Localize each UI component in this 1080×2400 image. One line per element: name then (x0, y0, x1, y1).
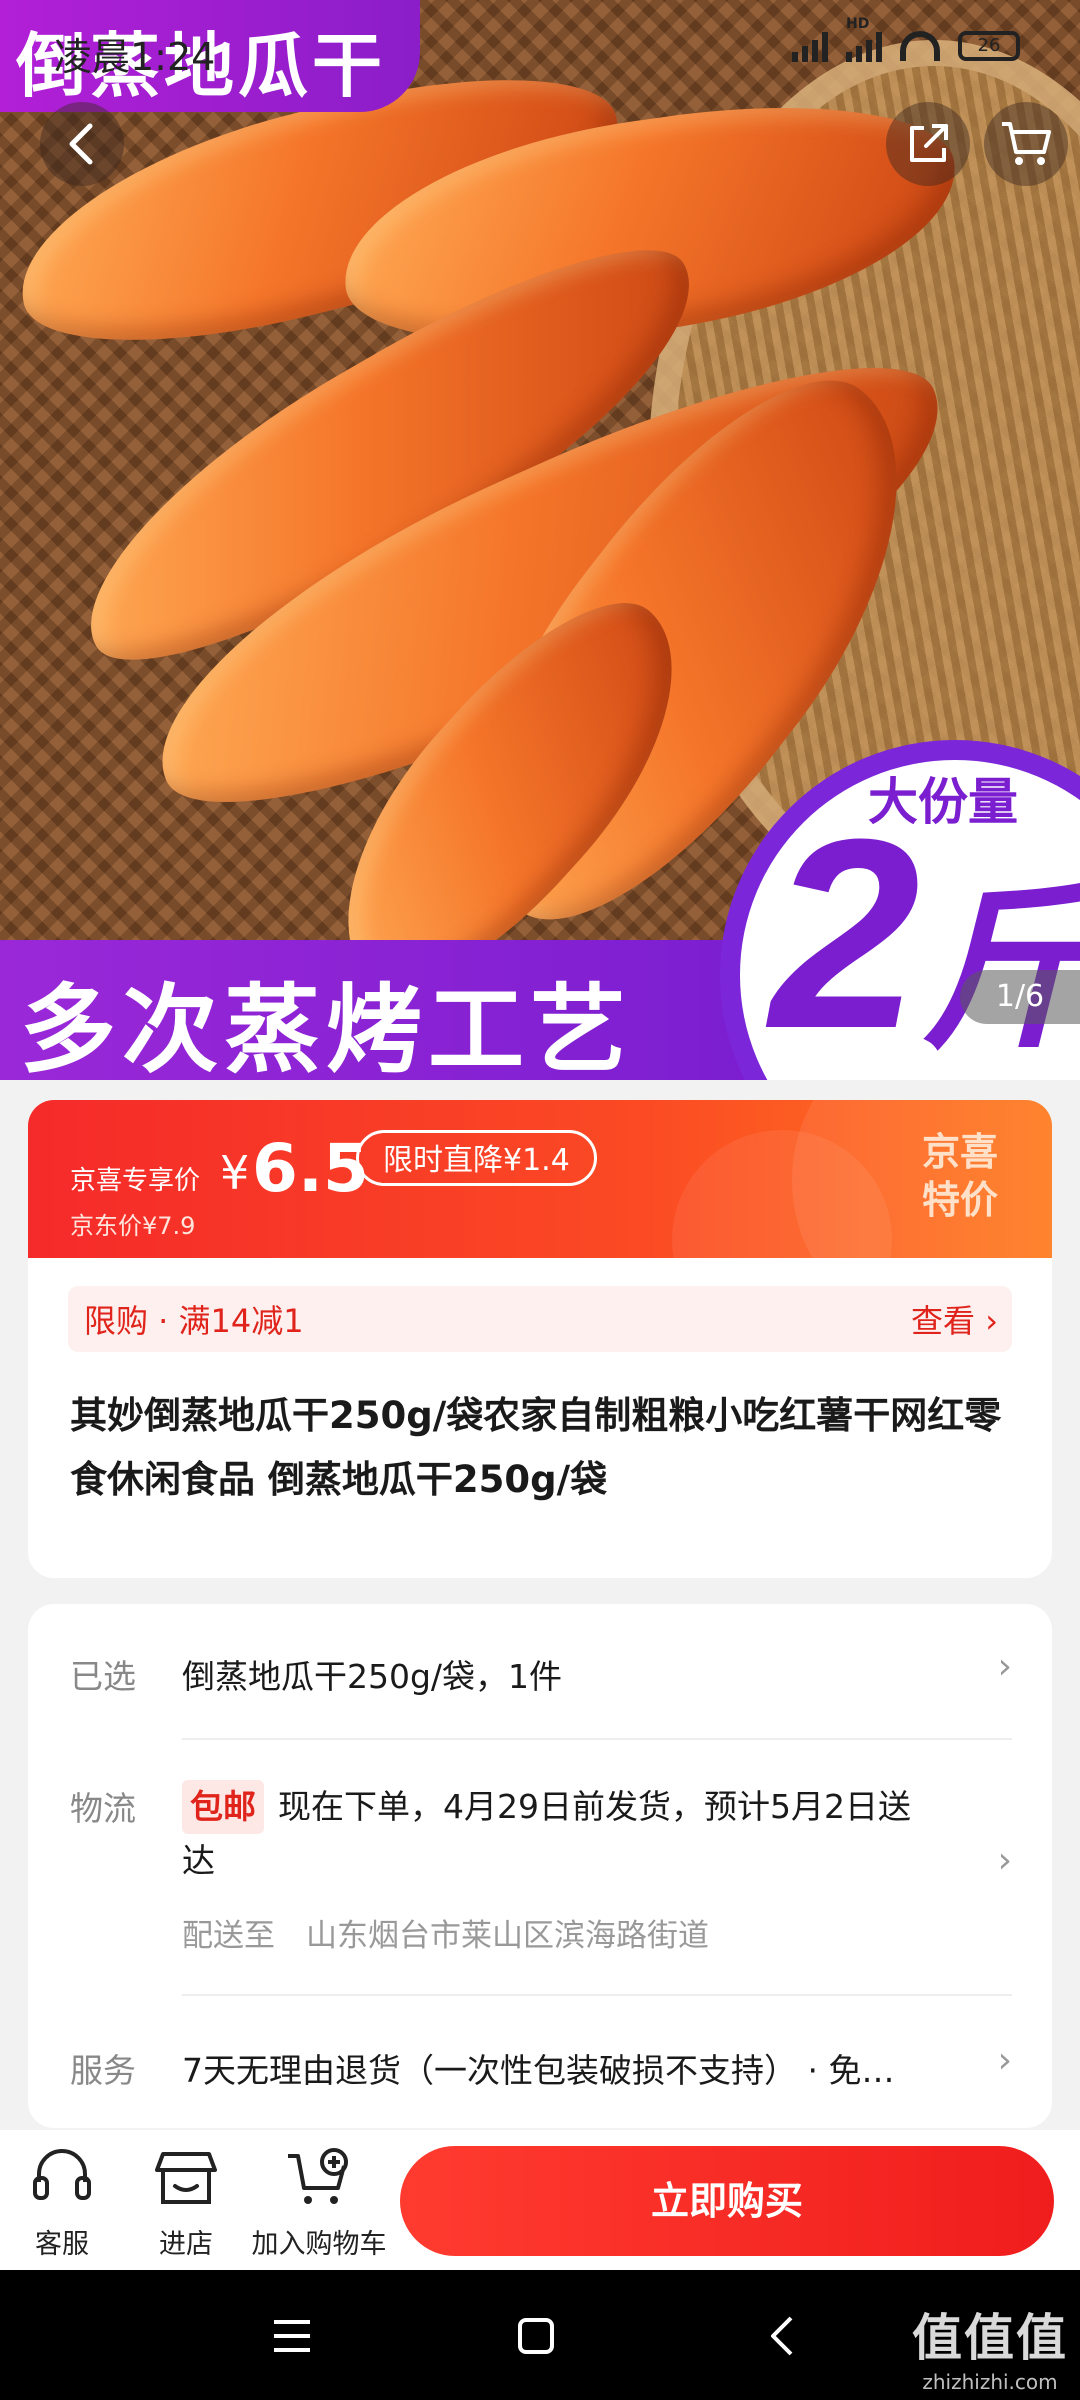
headset-icon (33, 2149, 91, 2200)
logistics-label: 物流 (70, 1789, 136, 1828)
special-price-badge: 京喜特价 (921, 1130, 998, 1222)
store-label: 进店 (159, 2229, 213, 2260)
home-button[interactable] (506, 2306, 566, 2366)
process-banner: 多次蒸烤工艺 (0, 940, 780, 1080)
add-to-cart-label: 加入购物车 (251, 2229, 387, 2260)
chevron-right-icon: › (997, 1840, 1012, 1881)
selected-label: 已选 (70, 1657, 136, 1696)
signal-icon (792, 30, 828, 62)
amount-value: 2 (770, 784, 921, 1080)
wifi-icon (900, 31, 940, 61)
promo-text: 限购 · 满14减1 (84, 1302, 304, 1340)
watermark-logo: 值值值 (912, 2309, 1068, 2367)
site-watermark: 值值值 zhizhizhi.com (912, 2298, 1068, 2394)
share-button[interactable] (886, 102, 970, 186)
price-label: 京喜专享价 (70, 1166, 201, 1196)
cart-icon (1002, 122, 1051, 165)
menu-button[interactable] (262, 2306, 322, 2366)
customer-service-label: 客服 (35, 2229, 89, 2260)
buy-now-button[interactable]: 立即购买 (400, 2146, 1054, 2256)
selected-value: 倒蒸地瓜干250g/袋，1件 (182, 1657, 563, 1696)
home-icon (518, 2318, 554, 2354)
system-back-button[interactable] (752, 2306, 812, 2366)
delivery-address: 配送至 山东烟台市莱山区滨海路街道 (182, 1918, 709, 1954)
add-to-cart-button[interactable]: 加入购物车 (246, 2146, 392, 2261)
chevron-right-icon: › (997, 1646, 1012, 1687)
bottom-action-bar: 客服 进店 加入购物车 立即购买 (0, 2130, 1080, 2270)
back-button[interactable] (40, 102, 124, 186)
share-icon (910, 124, 948, 162)
chevron-right-icon: › (997, 2040, 1012, 2081)
jd-price: 京东价¥7.9 (70, 1212, 196, 1240)
image-page-counter: 1/6 (960, 970, 1080, 1024)
service-label: 服务 (70, 2051, 136, 2090)
cart-button[interactable] (984, 102, 1068, 186)
specs-card: 已选 倒蒸地瓜干250g/袋，1件 › 物流 包邮 现在下单，4月29日前发货，预… (28, 1604, 1052, 2128)
system-back-icon (771, 2316, 793, 2356)
service-value: 7天无理由退货（一次性包装破损不支持） · 免… (182, 2051, 895, 2090)
promo-view-link[interactable]: 查看 › (911, 1296, 998, 1342)
status-bar: 凌晨1:24 HD 26 (0, 0, 1080, 100)
product-title: 其妙倒蒸地瓜干250g/袋农家自制粗粮小吃红薯干网红零食休闲食品 倒蒸地瓜干25… (70, 1394, 1002, 1501)
watermark-url: zhizhizhi.com (922, 2370, 1058, 2394)
status-icons: HD 26 (792, 16, 1020, 62)
store-button[interactable]: 进店 (146, 2146, 226, 2261)
menu-icon (274, 2320, 310, 2352)
free-shipping-badge: 包邮 (182, 1780, 264, 1834)
logistics-text: 现在下单，4月29日前发货，预计5月2日送达 (182, 1787, 911, 1880)
back-icon (69, 123, 93, 165)
product-info-card: 限购 · 满14减1 查看 › 其妙倒蒸地瓜干250g/袋农家自制粗粮小吃红薯干… (28, 1258, 1052, 1578)
status-time: 凌晨1:24 (54, 35, 216, 79)
logistics-value: 包邮 现在下单，4月29日前发货，预计5月2日送达 (182, 1780, 942, 1888)
process-banner-text: 多次蒸烤工艺 (20, 977, 632, 1080)
battery-icon: 26 (958, 31, 1020, 61)
promo-row[interactable]: 限购 · 满14减1 查看 › (68, 1286, 1012, 1352)
price-bar: 京喜专享价 ¥ 6.5 限时直降¥1.4 京东价¥7.9 京喜特价 (28, 1100, 1052, 1258)
price-amount: 6.5 (252, 1130, 369, 1207)
discount-tag: 限时直降¥1.4 (356, 1130, 597, 1186)
network-type-label: HD (846, 16, 870, 32)
divider (182, 1738, 1012, 1740)
store-icon (155, 2152, 217, 2204)
customer-service-button[interactable]: 客服 (22, 2146, 102, 2261)
add-cart-icon (288, 2148, 348, 2204)
divider (182, 1994, 1012, 1996)
price-currency: ¥ (220, 1146, 250, 1200)
signal-hd-icon: HD (846, 16, 882, 62)
